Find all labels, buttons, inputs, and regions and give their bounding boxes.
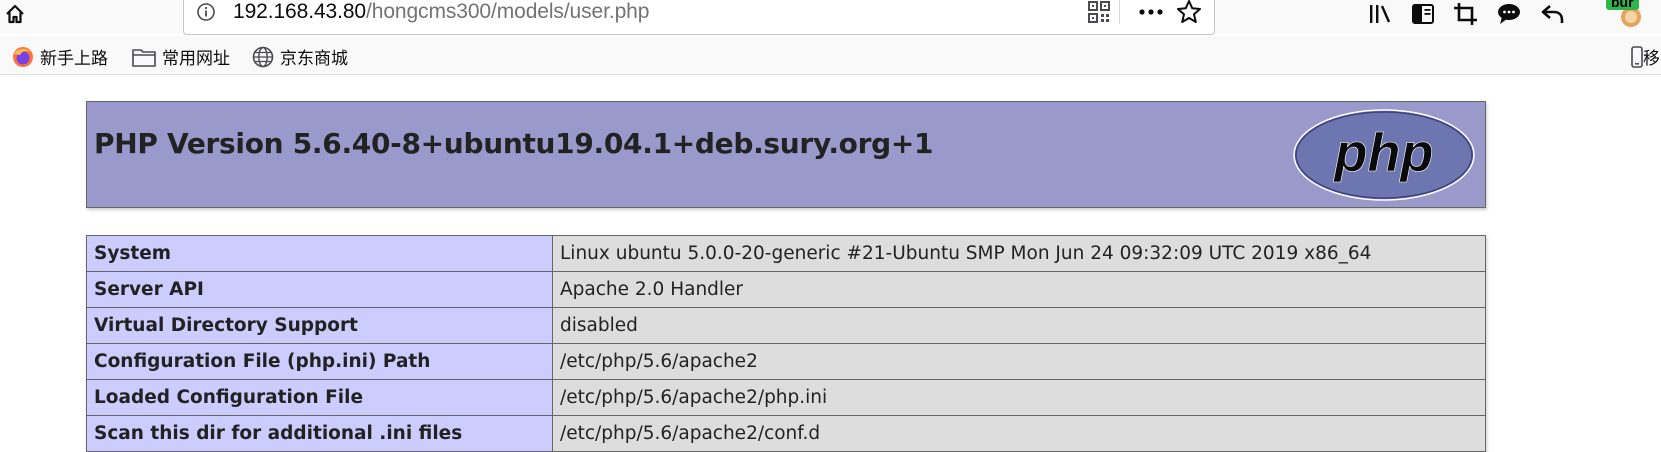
row-value: /etc/php/5.6/apache2/conf.d [552,415,1486,452]
sidebar-icon[interactable] [1410,2,1436,26]
row-key: Configuration File (php.ini) Path [86,343,553,380]
bookmark-common-sites[interactable]: 常用网址 [132,44,230,69]
row-key: Scan this dir for additional .ini files [86,415,553,452]
table-row: Configuration File (php.ini) Path /etc/p… [86,343,1486,380]
php-version-header: PHP Version 5.6.40-8+ubuntu19.04.1+deb.s… [86,101,1486,208]
bookmark-label: 新手上路 [40,49,108,69]
chat-bubble-icon[interactable] [1496,2,1522,26]
screenshot-crop-icon[interactable] [1453,2,1479,26]
mobile-device-icon [1631,45,1643,68]
row-value: Apache 2.0 Handler [552,271,1486,308]
browser-toolbar: 192.168.43.80/hongcms300/models/user.php [0,0,1661,35]
url-bar[interactable]: 192.168.43.80/hongcms300/models/user.php [183,0,1215,35]
site-info-icon[interactable] [196,2,216,22]
table-row: Server API Apache 2.0 Handler [86,271,1486,308]
bookmark-star-icon[interactable] [1176,0,1202,25]
qr-code-icon[interactable] [1088,1,1110,23]
url-host: 192.168.43.80 [233,0,366,23]
home-icon [6,4,24,24]
php-info-table: System Linux ubuntu 5.0.0-20-generic #21… [86,235,1486,452]
row-key: Virtual Directory Support [86,307,553,344]
row-key: Loaded Configuration File [86,379,553,416]
table-row: Virtual Directory Support disabled [86,307,1486,344]
folder-icon [132,48,156,67]
row-key: Server API [86,271,553,308]
php-logo-text: php [1333,123,1434,183]
globe-icon [252,46,274,67]
table-row: Loaded Configuration File /etc/php/5.6/a… [86,379,1486,416]
row-key: System [86,235,553,272]
row-value: /etc/php/5.6/apache2 [552,343,1486,380]
bookmark-jd-mall[interactable]: 京东商城 [252,44,348,69]
php-logo: php [1293,109,1475,201]
url-text[interactable]: 192.168.43.80/hongcms300/models/user.php [233,0,649,24]
page-title: PHP Version 5.6.40-8+ubuntu19.04.1+deb.s… [94,127,934,160]
firefox-icon [13,46,33,67]
profile-badge: bur [1606,0,1639,10]
bookmark-getting-started[interactable]: 新手上路 [12,44,108,69]
bookmarks-toolbar: 新手上路 常用网址 京东商城 移 [0,36,1661,75]
mobile-bookmarks-label: 移 [1643,49,1660,69]
row-value: Linux ubuntu 5.0.0-20-generic #21-Ubuntu… [552,235,1486,272]
page-content: PHP Version 5.6.40-8+ubuntu19.04.1+deb.s… [0,75,1661,452]
bookmark-label: 常用网址 [162,49,230,69]
home-button[interactable] [0,0,30,28]
row-value: disabled [552,307,1486,344]
library-icon[interactable] [1367,2,1395,26]
page-actions-icon[interactable] [1138,0,1164,24]
table-row: Scan this dir for additional .ini files … [86,415,1486,452]
table-row: System Linux ubuntu 5.0.0-20-generic #21… [86,235,1486,272]
url-path: /hongcms300/models/user.php [366,0,650,23]
undo-icon[interactable] [1540,2,1566,26]
bookmark-label: 京东商城 [280,49,348,69]
row-value: /etc/php/5.6/apache2/php.ini [552,379,1486,416]
url-bar-separator [1119,0,1120,24]
mobile-bookmarks[interactable]: 移 [1631,44,1660,69]
